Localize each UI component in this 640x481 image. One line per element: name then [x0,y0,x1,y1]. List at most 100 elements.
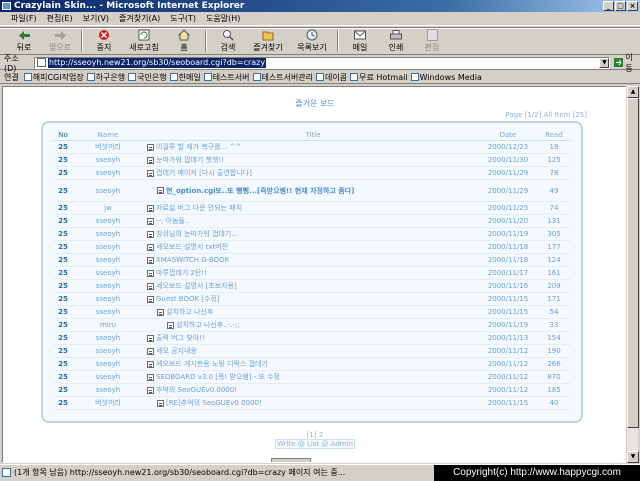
table-row[interactable]: 25 jw 자료실 버그 다운 안되는 패치 2000/11/25 74 [53,201,571,215]
maximize-button[interactable]: □ [615,1,626,11]
row-title-link[interactable]: Guest BOOK [수정] [156,295,220,303]
search-button[interactable]: 검색 [210,28,246,54]
row-title-link[interactable]: 세오 공지내용 [156,347,197,355]
row-title[interactable]: 껍데기 메이커 [다시 출연합니다] [143,166,479,180]
table-row[interactable]: 25 sseoyh 껍데기 메이커 [다시 출연합니다] 2000/11/29 78 [53,166,571,180]
table-row[interactable]: 25 sseoyh 설치하고 나신후 2000/11/15 54 [53,305,571,319]
row-title[interactable]: Guest BOOK [수정] [143,292,479,306]
table-row[interactable]: 25 sseoyh 세오 공지내용 2000/11/12 190 [53,344,571,358]
table-row[interactable]: 25 sseoyh Guest BOOK [수정] 2000/11/15 171 [53,292,571,306]
print-button[interactable]: 인쇄 [378,28,414,54]
board-actions[interactable]: Write @ List @ Admin [275,439,355,449]
menu-edit[interactable]: 편집(E) [42,12,78,26]
row-title-link[interactable]: 창쉬님의 눈따가워 껍데기... [156,230,238,238]
favorites-button[interactable]: 즐겨찾기 [246,28,290,54]
row-title[interactable]: --; 이놈들.. [143,214,479,228]
row-title[interactable]: 창쉬님의 눈따가워 껍데기... [143,227,479,241]
scroll-down-button[interactable]: ▼ [627,451,639,463]
row-title-link[interactable]: --; 이놈들.. [156,217,189,225]
row-title-link[interactable]: 자료실 버그 다운 안되는 패치 [156,204,242,212]
table-row[interactable]: 25 sseoyh XMASWITCH G-BOOK 2000/11/18 124 [53,253,571,267]
back-button[interactable]: 뒤로 [6,28,42,54]
row-title-link[interactable]: 현_option.cgi또..또 뻥뻥...[즉받으쌤!! 현재 자정하고 좀다… [166,187,354,195]
row-title[interactable]: 추억의 SeoGUEv0.0000! [143,383,479,397]
row-title[interactable]: 설치하고 나신후 [143,305,479,319]
link-item[interactable]: 한메일 [169,72,201,83]
table-row[interactable]: 25 sseoyh 마루껍데기 2탄!! 2000/11/17 161 [53,266,571,280]
row-title[interactable]: 세오보드 설명서 [초보자용] [143,279,479,293]
table-row[interactable]: 25 miru 설치하고 나신후..-.-;; 2000/11/19 33 [53,318,571,332]
link-item[interactable]: Windows Media [410,73,482,82]
link-item[interactable]: 테스트서버 [203,72,250,83]
link-item[interactable]: 하구은행 [86,72,125,83]
row-title[interactable]: [RE]추억의 SeoGUEv0.0000! [143,396,479,410]
page-viewport[interactable]: 즐거운 보드 Page [1/2] All Item [25] No Name … [2,86,626,463]
table-row[interactable]: 25 버섯머리 [RE]추억의 SeoGUEv0.0000! 2000/11/15 40 [53,396,571,410]
table-row[interactable]: 25 sseoyh 눈따가워 껍데기 쳇쳇!! 2000/11/30 125 [53,153,571,167]
row-title-link[interactable]: 마루껍데기 2탄!! [156,269,207,277]
table-row[interactable]: 25 sseoyh 추억의 SeoGUEv0.0000! 2000/11/12 185 [53,383,571,397]
link-item[interactable]: 무료 Hotmail [350,72,408,83]
link-item[interactable]: 데이콤 [316,72,347,83]
row-title[interactable]: 세오보드 게시판용 노랑 디럭스 껍데기 [143,357,479,371]
row-title-link[interactable]: 눈따가워 껍데기 쳇쳇!! [156,156,224,164]
table-row[interactable]: 25 sseoyh 현_option.cgi또..또 뻥뻥...[즉받으쌤!! 현재… [53,179,571,202]
address-dropdown-button[interactable]: ▼ [599,57,610,68]
row-title-link[interactable]: 설치하고 나신후..-.-;; [176,321,240,329]
row-title[interactable]: 이걸루 할 제가 복구를... ^^ [143,140,479,154]
scroll-up-button[interactable]: ▲ [627,86,639,98]
row-title[interactable]: 세오보드 설명서 txt버전 [143,240,479,254]
row-title-link[interactable]: 설치하고 나신후 [166,308,213,316]
row-title[interactable]: 설치하고 나신후..-.-;; [143,318,479,332]
row-title-link[interactable]: XMASWITCH G-BOOK [156,256,229,264]
table-row[interactable]: 25 sseoyh 창쉬님의 눈따가워 껍데기... 2000/11/19 305 [53,227,571,241]
close-button[interactable]: × [627,1,638,11]
row-title-link[interactable]: 출력 버그 찾아!! [156,334,205,342]
row-title[interactable]: SEOBOARD v3.0 [폭! 받으쌤] - 또 수정 [143,370,479,384]
row-title[interactable]: 현_option.cgi또..또 뻥뻥...[즉받으쌤!! 현재 자정하고 좀다… [143,179,479,202]
document-icon [157,399,164,407]
menu-tools[interactable]: 도구(T) [165,12,201,26]
forward-button[interactable]: 앞으로 [42,28,78,54]
row-title[interactable]: 눈따가워 껍데기 쳇쳇!! [143,153,479,167]
row-title-link[interactable]: 이걸루 할 제가 복구를... ^^ [156,143,241,151]
edit-button[interactable]: 편집 [414,28,450,54]
row-title[interactable]: 자료실 버그 다운 안되는 패치 [143,201,479,215]
pager[interactable]: [1] 2 [3,431,625,439]
home-button[interactable]: 홈 [166,28,202,54]
row-title-link[interactable]: 추억의 SeoGUEv0.0000! [156,386,237,394]
table-row[interactable]: 25 sseoyh 출력 버그 찾아!! 2000/11/13 154 [53,331,571,345]
table-row[interactable]: 25 sseoyh 세오보드 설명서 txt버전 2000/11/18 177 [53,240,571,254]
row-title-link[interactable]: SEOBOARD v3.0 [폭! 받으쌤] - 또 수정 [156,373,280,381]
address-url[interactable]: http://sseoyh.new21.org/sb30/seoboard.cg… [47,57,267,68]
row-title-link[interactable]: [RE]추억의 SeoGUEv0.0000! [166,399,262,407]
row-title-link[interactable]: 세오보드 게시판용 노랑 디럭스 껍데기 [156,360,268,368]
menu-favorites[interactable]: 즐겨찾기(A) [114,12,165,26]
link-item[interactable]: 해피CGI작업장 [23,72,84,83]
scroll-thumb[interactable] [627,98,639,428]
vertical-scrollbar[interactable]: ▲ ▼ [626,86,639,463]
row-title[interactable]: 세오 공지내용 [143,344,479,358]
row-title[interactable]: 출력 버그 찾아!! [143,331,479,345]
address-input[interactable]: http://sseoyh.new21.org/sb30/seoboard.cg… [33,56,611,69]
link-item[interactable]: 테스트서버관리 [252,72,313,83]
history-button[interactable]: 목록보기 [290,28,334,54]
menu-view[interactable]: 보기(V) [78,12,114,26]
minimize-button[interactable]: _ [603,1,614,11]
row-title-link[interactable]: 세오보드 설명서 [초보자용] [156,282,237,290]
menu-help[interactable]: 도움말(H) [201,12,245,26]
row-title-link[interactable]: 껍데기 메이커 [다시 출연합니다] [156,169,252,177]
row-title[interactable]: 마루껍데기 2탄!! [143,266,479,280]
menu-file[interactable]: 파일(F) [6,12,42,26]
stop-button[interactable]: 중지 [86,28,122,54]
row-title[interactable]: XMASWITCH G-BOOK [143,253,479,267]
refresh-button[interactable]: 새로고침 [122,28,166,54]
table-row[interactable]: 25 sseoyh 세오보드 설명서 [초보자용] 2000/11/16 209 [53,279,571,293]
table-row[interactable]: 25 버섯머리 이걸루 할 제가 복구를... ^^ 2000/12/23 18 [53,140,571,154]
table-row[interactable]: 25 sseoyh --; 이놈들.. 2000/11/20 131 [53,214,571,228]
table-row[interactable]: 25 sseoyh 세오보드 게시판용 노랑 디럭스 껍데기 2000/11/12 26… [53,357,571,371]
row-title-link[interactable]: 세오보드 설명서 txt버전 [156,243,228,251]
link-item[interactable]: 국민은행 [128,72,167,83]
table-row[interactable]: 25 sseoyh SEOBOARD v3.0 [폭! 받으쌤] - 또 수정 200… [53,370,571,384]
mail-button[interactable]: 메일 [342,28,378,54]
